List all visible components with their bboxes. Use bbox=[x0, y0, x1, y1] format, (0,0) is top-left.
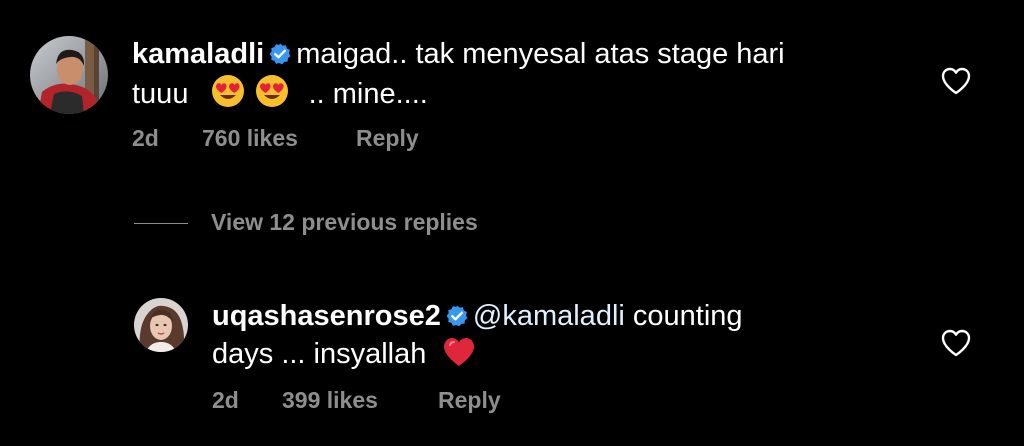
comment-body-line2-end: .. mine.... bbox=[308, 78, 428, 110]
reply-username[interactable]: uqashasenrose2 bbox=[212, 300, 441, 332]
reply-body-line1: counting bbox=[632, 300, 743, 332]
comment-likes[interactable]: 760 likes bbox=[202, 125, 298, 152]
replies-divider-line bbox=[134, 223, 188, 224]
avatar-uqashasenrose2[interactable] bbox=[134, 298, 188, 352]
heart-eyes-emoji bbox=[255, 74, 289, 116]
verified-badge-icon bbox=[445, 302, 469, 336]
reply-body-line2: days ... insyallah bbox=[212, 338, 427, 370]
reply-reply-button[interactable]: Reply bbox=[438, 387, 501, 414]
comment-text: kamaladli maigad.. tak menyesal atas stag… bbox=[132, 37, 892, 116]
reply-time: 2d bbox=[212, 387, 239, 413]
heart-eyes-emoji bbox=[211, 74, 245, 116]
reply-mention-link[interactable]: @kamaladli bbox=[473, 300, 625, 332]
reply-meta: 2d 399 likes Reply bbox=[212, 387, 612, 415]
view-replies-label: View 12 previous replies bbox=[211, 209, 478, 235]
comment-time: 2d bbox=[132, 125, 159, 151]
comment-body-line2: tuuu bbox=[132, 78, 189, 110]
comment-body-line1: maigad.. tak menyesal atas stage hari bbox=[296, 38, 785, 70]
reply-likes[interactable]: 399 likes bbox=[282, 387, 378, 414]
verified-badge-icon bbox=[268, 40, 292, 74]
comment-meta: 2d 760 likes Reply bbox=[132, 125, 532, 153]
comment-heart-outline-icon[interactable] bbox=[940, 66, 972, 96]
reply-heart-outline-icon[interactable] bbox=[940, 328, 972, 358]
reply-text: uqashasenrose2 @kamaladli counting days .… bbox=[212, 299, 912, 376]
comment-reply-button[interactable]: Reply bbox=[356, 125, 419, 152]
avatar-kamaladli[interactable] bbox=[30, 36, 108, 114]
red-heart-emoji bbox=[442, 336, 476, 376]
comment-username[interactable]: kamaladli bbox=[132, 38, 264, 70]
